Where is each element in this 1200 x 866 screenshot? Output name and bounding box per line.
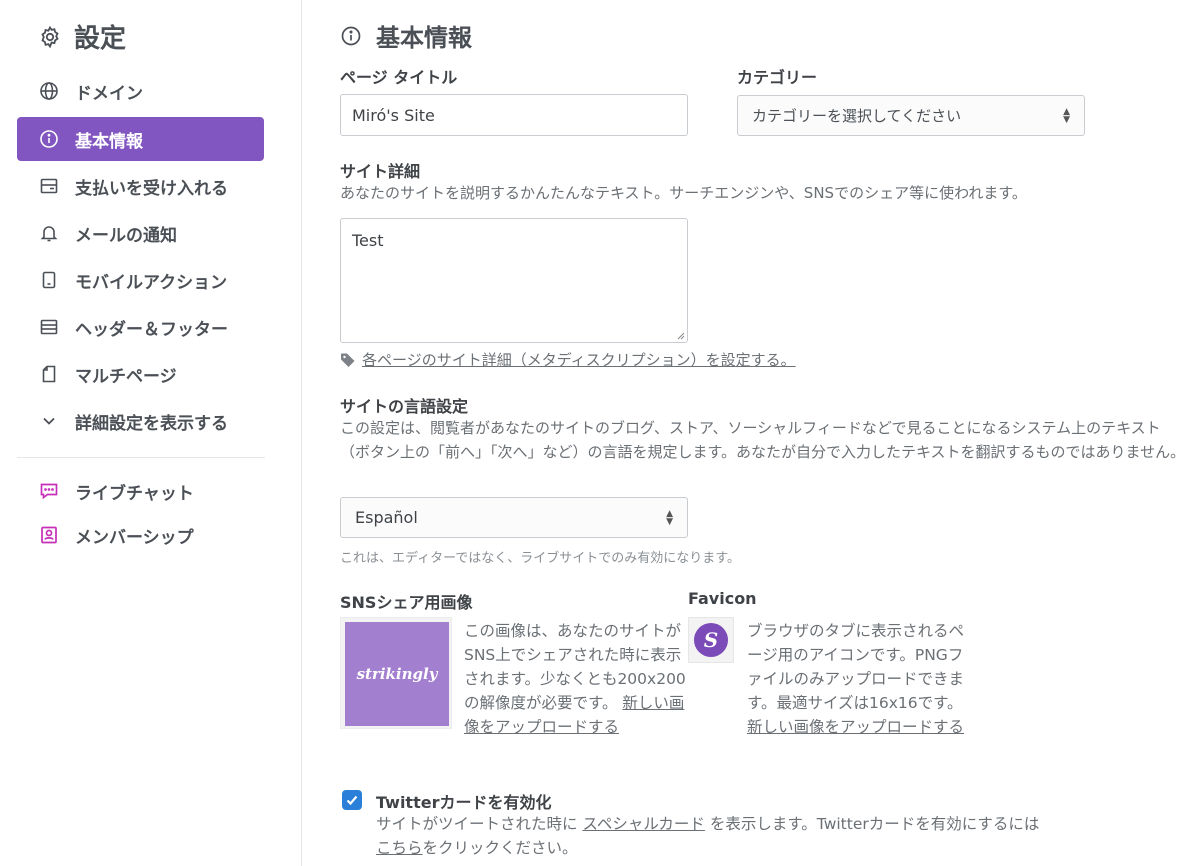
sidebar-item-label: マルチページ [75, 366, 177, 387]
site-detail-description: あなたのサイトを説明するかんたんなテキスト。サーチエンジンや、SNSでのシェア等… [340, 184, 1027, 202]
checkmark-icon [346, 795, 358, 806]
favicon-thumbnail[interactable]: S [688, 617, 734, 663]
language-note: これは、エディターではなく、ライブサイトでのみ有効になります。 [340, 551, 741, 566]
page-title-label: ページ タイトル [340, 68, 458, 87]
select-arrows-icon: ▲ ▼ [1063, 106, 1070, 125]
language-select[interactable]: Español ▲ ▼ [340, 497, 688, 538]
layout-icon [40, 319, 58, 335]
page-title-value: Miró's Site [352, 105, 435, 125]
category-value: カテゴリーを選択してください [752, 107, 962, 125]
sidebar-item-label: ヘッダー＆フッター [75, 319, 228, 340]
favicon-description: ブラウザのタブに表示されるページ用のアイコンです。PNGファイルのみアップロード… [747, 619, 967, 739]
sidebar-item-domain[interactable]: ドメイン [17, 69, 264, 113]
sns-image-description: この画像は、あなたのサイトがSNS上でシェアされた時に表示されます。少なくとも2… [464, 619, 690, 739]
sidebar-item-mobile-actions[interactable]: モバイルアクション [17, 258, 264, 302]
mobile-icon [42, 271, 56, 289]
chevron-down-icon [43, 417, 55, 425]
gear-icon [41, 25, 59, 48]
sidebar-title: 設定 [74, 24, 127, 54]
settings-sidebar: 設定 ドメイン 基本情報 支払いを受け入れる メールの通知 モバイルアクション … [0, 0, 302, 866]
member-icon [41, 526, 57, 544]
globe-icon [40, 82, 58, 100]
language-value: Español [355, 508, 418, 527]
sidebar-item-show-advanced[interactable]: 詳細設定を表示する [17, 399, 264, 443]
sidebar-item-label: メンバーシップ [75, 527, 194, 548]
page-title-input[interactable]: Miró's Site [340, 94, 688, 136]
meta-description-row: 各ページのサイト詳細（メタディスクリプション）を設定する。 [340, 349, 796, 370]
twitter-card-label: Twitterカードを有効化 [376, 793, 552, 812]
favicon-upload-link[interactable]: 新しい画像をアップロードする [747, 718, 964, 736]
page-title: 基本情報 [376, 24, 472, 52]
sidebar-item-email-notifications[interactable]: メールの通知 [17, 211, 264, 255]
tag-icon [341, 353, 355, 367]
info-icon [40, 130, 58, 148]
twitter-desc-post: をクリックください。 [422, 839, 578, 857]
info-icon [341, 26, 361, 45]
category-label: カテゴリー [737, 68, 818, 87]
chat-icon [40, 483, 58, 500]
sidebar-item-payments[interactable]: 支払いを受け入れる [17, 164, 264, 208]
sns-image-label: SNSシェア用画像 [340, 593, 473, 612]
select-arrows-icon: ▲ ▼ [666, 508, 673, 527]
sidebar-item-live-chat[interactable]: ライブチャット [17, 469, 264, 513]
site-detail-label: サイト詳細 [340, 162, 421, 181]
sidebar-item-label: ドメイン [75, 83, 143, 104]
sidebar-item-basic-info[interactable]: 基本情報 [17, 117, 264, 161]
strikingly-logo: strikingly [345, 622, 449, 726]
sidebar-header: 設定 [38, 18, 126, 55]
twitter-desc-mid: を表示します。Twitterカードを有効にするには [709, 815, 1040, 833]
twitter-desc-pre: サイトがツイートされた時に [376, 815, 578, 833]
favicon-s-logo: S [694, 623, 728, 657]
language-description: この設定は、閲覧者があなたのサイトのブログ、ストア、ソーシャルフィードなどで見る… [340, 419, 1186, 461]
special-card-link[interactable]: スペシャルカード [582, 815, 704, 833]
favicon-label: Favicon [688, 589, 757, 608]
sidebar-divider [17, 457, 265, 458]
sidebar-item-label: ライブチャット [75, 483, 194, 504]
twitter-card-checkbox[interactable] [342, 790, 362, 810]
sidebar-item-membership[interactable]: メンバーシップ [17, 513, 264, 557]
meta-description-link[interactable]: 各ページのサイト詳細（メタディスクリプション）を設定する。 [362, 349, 796, 370]
wallet-icon [40, 178, 58, 194]
sidebar-item-label: モバイルアクション [75, 272, 228, 293]
sidebar-item-label: 詳細設定を表示する [75, 413, 228, 434]
sns-image-thumbnail[interactable]: strikingly [340, 617, 452, 729]
bell-icon [40, 226, 58, 242]
sidebar-item-label: メールの通知 [75, 225, 177, 246]
category-select[interactable]: カテゴリーを選択してください ▲ ▼ [737, 95, 1085, 136]
page-header: 基本情報 [340, 18, 472, 53]
page-icon [42, 365, 56, 383]
sidebar-item-multipage[interactable]: マルチページ [17, 352, 264, 396]
here-link[interactable]: こちら [376, 839, 423, 857]
language-label: サイトの言語設定 [340, 397, 469, 416]
favicon-desc-text: ブラウザのタブに表示されるページ用のアイコンです。PNGファイルのみアップロード… [747, 622, 965, 712]
sidebar-item-header-footer[interactable]: ヘッダー＆フッター [17, 305, 264, 349]
twitter-card-description: サイトがツイートされた時に スペシャルカード を表示します。Twitterカード… [376, 812, 1056, 860]
sidebar-item-label: 支払いを受け入れる [75, 178, 228, 199]
site-detail-textarea[interactable]: Test [340, 218, 688, 343]
resize-handle-icon[interactable] [677, 332, 685, 340]
sidebar-item-label: 基本情報 [75, 131, 143, 152]
site-detail-value: Test [352, 231, 384, 250]
